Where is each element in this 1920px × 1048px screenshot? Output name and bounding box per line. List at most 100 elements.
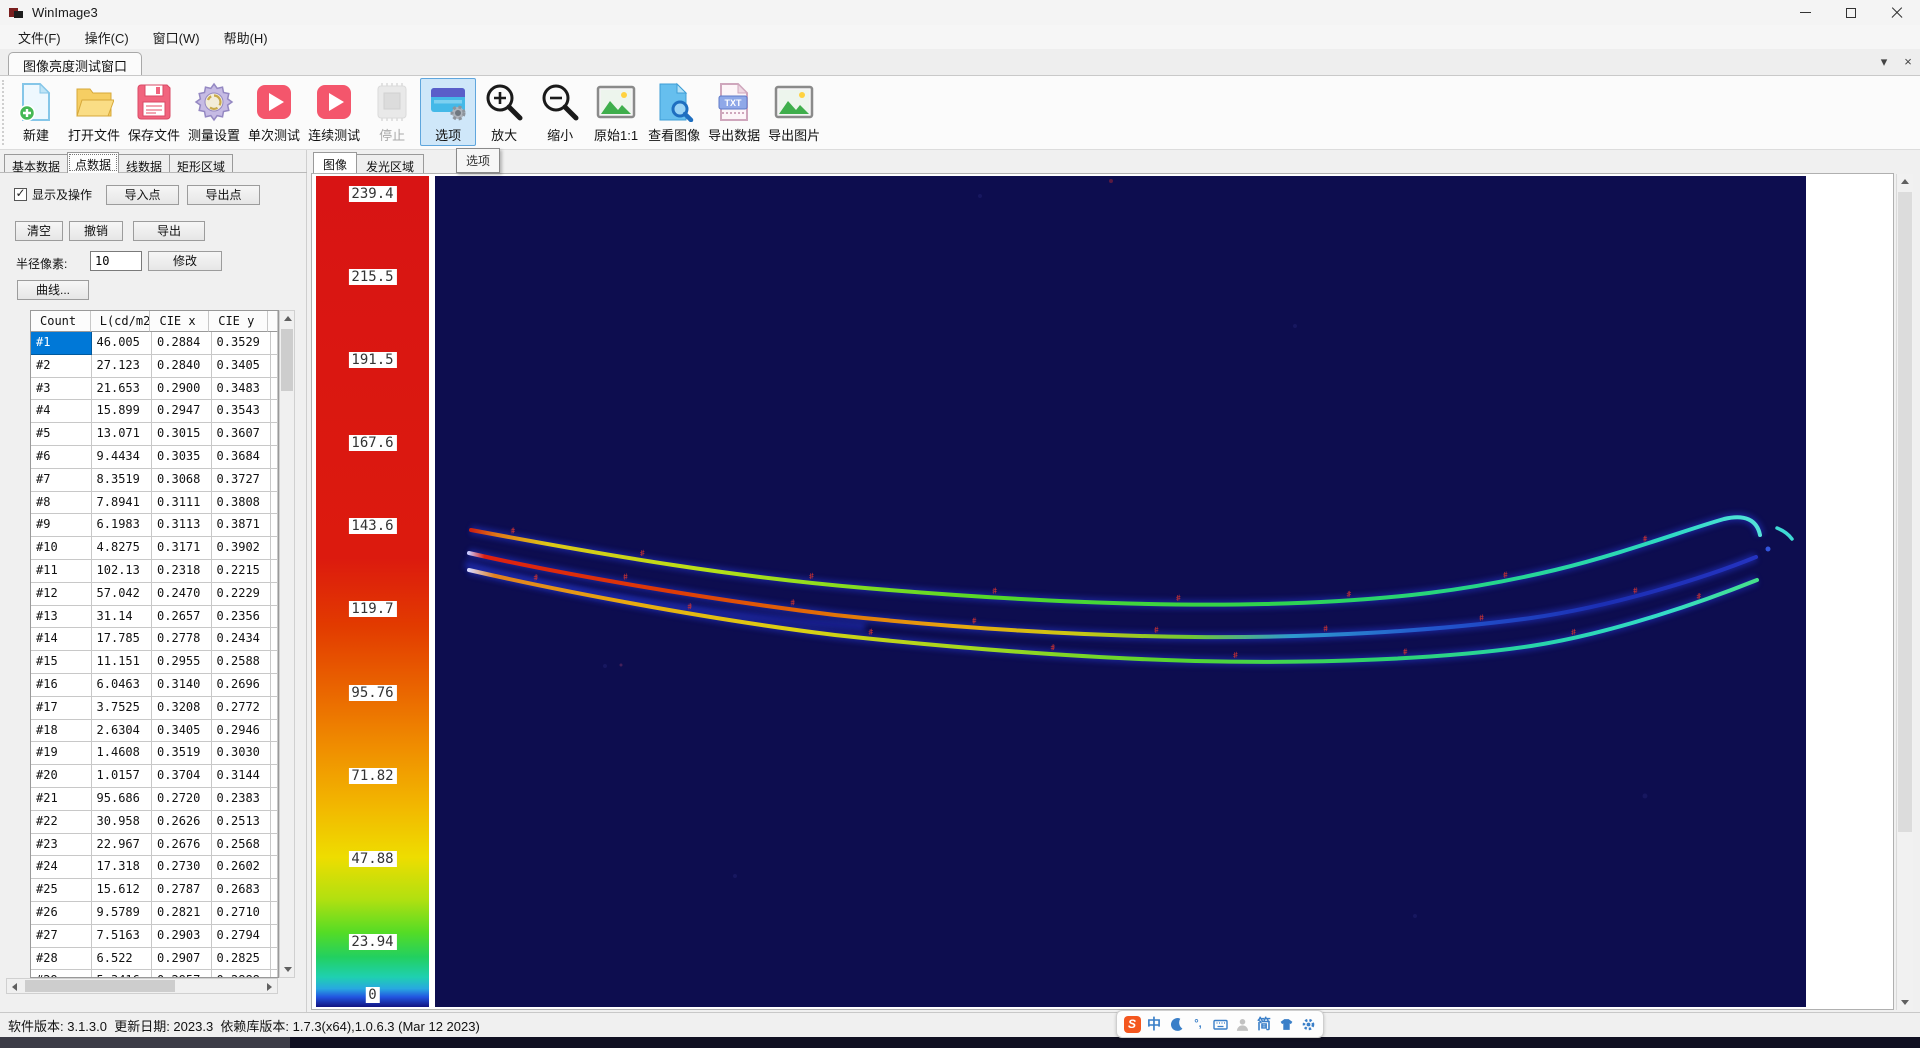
table-row[interactable]: #87.89410.31110.3808 [31,492,278,515]
curve-button[interactable]: 曲线... [17,280,89,300]
table-cell[interactable]: #29 [31,970,92,978]
skin-icon[interactable] [1278,1016,1295,1033]
table-cell[interactable]: 0.3727 [212,469,272,492]
table-cell[interactable]: #14 [31,628,92,651]
table-cell[interactable]: 0.3483 [212,378,272,401]
viewer-tab-0[interactable]: 图像 [313,152,357,173]
chinese-mode-icon[interactable]: 中 [1146,1016,1163,1033]
table-cell[interactable]: 0.2626 [152,811,212,834]
table-row[interactable]: #1417.7850.27780.2434 [31,628,278,651]
table-row[interactable]: #78.35190.30680.3727 [31,469,278,492]
table-cell[interactable]: 17.785 [92,628,153,651]
table-cell[interactable]: 0.3704 [152,765,212,788]
scroll-thumb[interactable] [1898,192,1912,832]
menu-help[interactable]: 帮助(H) [212,25,280,50]
table-cell[interactable]: #26 [31,902,92,925]
export-points-button[interactable]: 导出点 [187,185,260,205]
close-button[interactable] [1874,0,1920,25]
table-cell[interactable]: 0.2383 [212,788,272,811]
panel-tab-1[interactable]: 点数据 [67,152,119,173]
toolbar-export-image-button[interactable]: 导出图片 [764,78,824,146]
table-cell[interactable]: 0.2821 [152,902,212,925]
table-cell[interactable]: #18 [31,720,92,743]
table-cell[interactable]: #3 [31,378,92,401]
table-cell[interactable]: 0.2900 [152,378,212,401]
scroll-down-icon[interactable] [284,967,292,972]
table-row[interactable]: #295.34160.29570.2888 [31,970,278,978]
table-cell[interactable]: #23 [31,834,92,857]
luminance-image-canvas[interactable]: ####################### [435,176,1806,1007]
table-cell[interactable]: 0.2787 [152,879,212,902]
scroll-left-icon[interactable] [12,983,17,991]
table-cell[interactable]: 0.2356 [212,606,272,629]
table-cell[interactable]: #22 [31,811,92,834]
panel-tab-0[interactable]: 基本数据 [4,154,68,173]
table-row[interactable]: #277.51630.29030.2794 [31,925,278,948]
table-cell[interactable]: 0.3529 [212,332,272,355]
table-cell[interactable]: #15 [31,651,92,674]
table-cell[interactable]: 0.3030 [212,742,272,765]
toolbar-export-data-button[interactable]: TXT导出数据 [704,78,764,146]
table-row[interactable]: #146.0050.28840.3529 [31,332,278,355]
table-cell[interactable]: 0.2947 [152,400,212,423]
toolbar-single-test-button[interactable]: 单次测试 [244,78,304,146]
table-cell[interactable]: #13 [31,606,92,629]
scroll-thumb[interactable] [25,980,175,992]
moon-icon[interactable] [1168,1016,1185,1033]
table-row[interactable]: #2322.9670.26760.2568 [31,834,278,857]
clear-button[interactable]: 清空 [15,221,63,241]
table-cell[interactable]: 7.8941 [92,492,153,515]
table-row[interactable]: #1511.1510.29550.2588 [31,651,278,674]
table-row[interactable]: #191.46080.35190.3030 [31,742,278,765]
table-cell[interactable]: 0.2696 [212,674,272,697]
table-cell[interactable]: 0.2778 [152,628,212,651]
table-cell[interactable]: 0.2825 [212,948,272,971]
menu-window[interactable]: 窗口(W) [141,25,212,50]
table-cell[interactable]: #20 [31,765,92,788]
table-cell[interactable]: 0.2903 [152,925,212,948]
toolbar-zoom-in-button[interactable]: 放大 [476,78,532,146]
table-cell[interactable]: #17 [31,697,92,720]
export-button[interactable]: 导出 [133,221,205,241]
tab-image-luminance-test[interactable]: 图像亮度测试窗口 [8,52,142,75]
table-row[interactable]: #2515.6120.27870.2683 [31,879,278,902]
table-cell[interactable]: 22.967 [92,834,153,857]
toolbar-continuous-test-button[interactable]: 连续测试 [304,78,364,146]
table-row[interactable]: #2417.3180.27300.2602 [31,856,278,879]
table-cell[interactable]: #9 [31,514,92,537]
toolbar-new-file-button[interactable]: 新建 [8,78,64,146]
table-row[interactable]: #166.04630.31400.2696 [31,674,278,697]
table-cell[interactable]: 0.2318 [152,560,212,583]
table-cell[interactable]: 3.7525 [92,697,153,720]
table-cell[interactable]: 1.4608 [92,742,153,765]
toolbar-open-file-button[interactable]: 打开文件 [64,78,124,146]
table-cell[interactable]: #25 [31,879,92,902]
table-cell[interactable]: #24 [31,856,92,879]
table-cell[interactable]: #19 [31,742,92,765]
scroll-up-icon[interactable] [1901,179,1909,184]
table-cell[interactable]: 0.2840 [152,355,212,378]
table-cell[interactable]: 0.3113 [152,514,212,537]
toolbar-zoom-out-button[interactable]: 缩小 [532,78,588,146]
table-cell[interactable]: #12 [31,583,92,606]
table-cell[interactable]: 6.0463 [92,674,153,697]
table-vertical-scrollbar[interactable] [279,310,295,978]
table-cell[interactable]: 0.2955 [152,651,212,674]
table-row[interactable]: #2195.6860.27200.2383 [31,788,278,811]
table-cell[interactable]: 0.3543 [212,400,272,423]
import-points-button[interactable]: 导入点 [106,185,179,205]
display-operate-checkbox[interactable] [14,188,27,201]
menu-file[interactable]: 文件(F) [6,25,73,50]
table-cell[interactable]: 0.2772 [212,697,272,720]
scroll-down-icon[interactable] [1901,1000,1909,1005]
table-cell[interactable]: #10 [31,537,92,560]
table-cell[interactable]: #16 [31,674,92,697]
scroll-thumb[interactable] [281,329,293,391]
table-cell[interactable]: #8 [31,492,92,515]
simplified-chinese-icon[interactable]: 简 [1256,1016,1273,1033]
table-cell[interactable]: 0.2676 [152,834,212,857]
table-cell[interactable]: 0.3808 [212,492,272,515]
table-cell[interactable]: 0.3144 [212,765,272,788]
table-cell[interactable]: 0.3035 [152,446,212,469]
punctuation-icon[interactable]: °, [1190,1016,1207,1033]
